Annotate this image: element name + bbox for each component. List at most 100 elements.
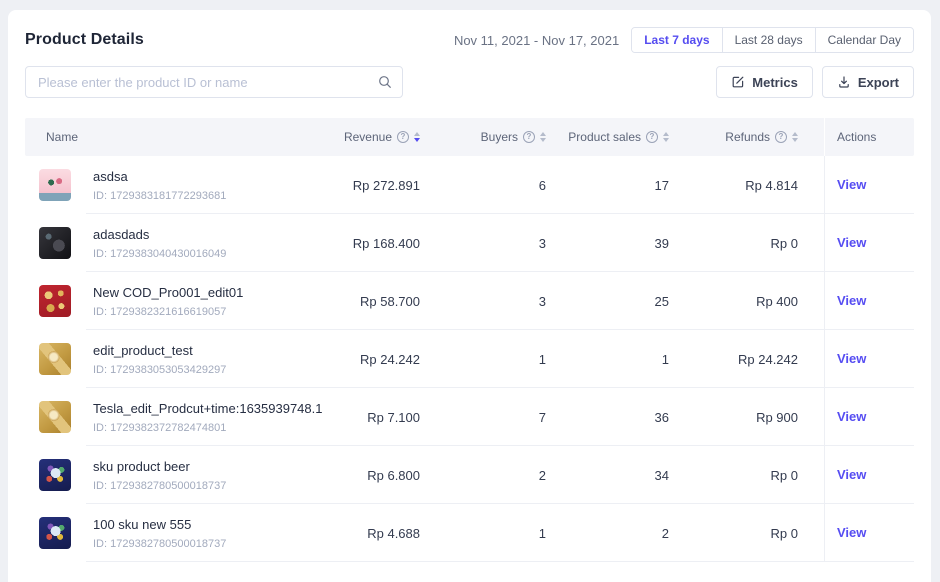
toolbar-actions: Metrics Export (716, 66, 914, 98)
product-name-block: New COD_Pro001_edit01 ID: 172938232161661… (93, 273, 325, 330)
range-option-last-7-days[interactable]: Last 7 days (632, 28, 721, 52)
buyers-value: 1 (420, 352, 546, 367)
product-thumbnail (39, 459, 71, 491)
product_sales-value: 25 (546, 294, 669, 309)
product-name: Tesla_edit_Prodcut+time:1635939748.1 (93, 400, 325, 418)
question-circle-icon[interactable]: ? (523, 131, 535, 143)
revenue-value: Rp 7.100 (325, 410, 420, 425)
actions-cell: View (824, 214, 914, 272)
product_sales-value: 17 (546, 178, 669, 193)
sort-carets-icon[interactable] (792, 132, 798, 142)
refunds-value: Rp 0 (669, 236, 824, 251)
product-name-block: asdsaID: 1729383181772293681 (93, 157, 325, 214)
product-thumbnail (39, 285, 71, 317)
buyers-value: 7 (420, 410, 546, 425)
product-name: sku product beer (93, 458, 325, 476)
buyers-value: 3 (420, 294, 546, 309)
product-name: New COD_Pro001_edit01 (93, 284, 325, 302)
product-name-cell: New COD_Pro001_edit01 ID: 172938232161661… (25, 272, 325, 330)
range-option-calendar-day[interactable]: Calendar Day (815, 28, 913, 52)
table-header-row: NameRevenue?Buyers?Product sales?Refunds… (25, 118, 914, 156)
toolbar: Metrics Export (25, 66, 914, 98)
product_sales-value: 36 (546, 410, 669, 425)
table-row: adasdadsID: 1729383040430016049Rp 168.40… (25, 214, 914, 272)
metrics-button[interactable]: Metrics (716, 66, 813, 98)
page-title: Product Details (25, 31, 144, 49)
view-link[interactable]: View (837, 351, 866, 366)
date-range-area: Nov 11, 2021 - Nov 17, 2021 Last 7 daysL… (454, 27, 914, 53)
product-name-block: edit_product_test ID: 1729383053053429297 (93, 331, 325, 388)
table-row: sku product beerID: 1729382780500018737R… (25, 446, 914, 504)
question-circle-icon[interactable]: ? (646, 131, 658, 143)
product-name-cell: asdsaID: 1729383181772293681 (25, 156, 325, 214)
product-name-block: sku product beer ID: 1729382780500018737 (93, 447, 325, 504)
product-id: ID: 1729382780500018737 (93, 537, 325, 551)
revenue-value: Rp 168.400 (325, 236, 420, 251)
product-name: asdsa (93, 168, 325, 186)
range-option-last-28-days[interactable]: Last 28 days (722, 28, 815, 52)
question-circle-icon[interactable]: ? (775, 131, 787, 143)
product-thumbnail (39, 343, 71, 375)
export-button[interactable]: Export (822, 66, 914, 98)
product_sales-value: 2 (546, 526, 669, 541)
view-link[interactable]: View (837, 177, 866, 192)
refunds-value: Rp 24.242 (669, 352, 824, 367)
product-id: ID: 1729382321616619057 (93, 305, 325, 319)
table-row: Tesla_edit_Prodcut+time:1635939748.1 ID: … (25, 388, 914, 446)
product-id: ID: 1729383053053429297 (93, 363, 325, 377)
search-icon[interactable] (378, 75, 392, 89)
column-label: Name (46, 130, 78, 144)
revenue-value: Rp 24.242 (325, 352, 420, 367)
buyers-value: 2 (420, 468, 546, 483)
date-range-switcher: Last 7 daysLast 28 daysCalendar Day (631, 27, 914, 53)
product-name-block: 100 sku new 555 ID: 1729382780500018737 (93, 505, 325, 562)
column-header-revenue[interactable]: Revenue? (325, 118, 420, 156)
table-row: 100 sku new 555ID: 1729382780500018737Rp… (25, 504, 914, 562)
actions-cell: View (824, 272, 914, 330)
product-name: edit_product_test (93, 342, 325, 360)
buyers-value: 1 (420, 526, 546, 541)
revenue-value: Rp 6.800 (325, 468, 420, 483)
product-id: ID: 1729382372782474801 (93, 421, 325, 435)
product-thumbnail (39, 401, 71, 433)
product-id: ID: 1729383040430016049 (93, 247, 325, 261)
product-name: 100 sku new 555 (93, 516, 325, 534)
view-link[interactable]: View (837, 409, 866, 424)
table-body: asdsaID: 1729383181772293681Rp 272.89161… (25, 156, 914, 562)
column-label: Revenue (344, 130, 392, 144)
product-name-cell: sku product beer ID: 1729382780500018737 (25, 446, 325, 504)
product_sales-value: 1 (546, 352, 669, 367)
download-icon (837, 75, 851, 89)
search-input[interactable] (25, 66, 403, 98)
refunds-value: Rp 4.814 (669, 178, 824, 193)
view-link[interactable]: View (837, 525, 866, 540)
page-header: Product Details Nov 11, 2021 - Nov 17, 2… (25, 28, 914, 52)
view-link[interactable]: View (837, 235, 866, 250)
column-label: Buyers (481, 130, 518, 144)
column-label: Actions (837, 130, 876, 144)
view-link[interactable]: View (837, 293, 866, 308)
product-thumbnail (39, 169, 71, 201)
buyers-value: 3 (420, 236, 546, 251)
column-header-buyers[interactable]: Buyers? (420, 118, 546, 156)
revenue-value: Rp 4.688 (325, 526, 420, 541)
metrics-button-label: Metrics (752, 75, 798, 90)
refunds-value: Rp 0 (669, 468, 824, 483)
product-id: ID: 1729382780500018737 (93, 479, 325, 493)
revenue-value: Rp 272.891 (325, 178, 420, 193)
refunds-value: Rp 0 (669, 526, 824, 541)
column-header-product_sales[interactable]: Product sales? (546, 118, 669, 156)
product-thumbnail (39, 517, 71, 549)
column-header-actions: Actions (824, 118, 914, 156)
date-range-text: Nov 11, 2021 - Nov 17, 2021 (454, 33, 619, 48)
question-circle-icon[interactable]: ? (397, 131, 409, 143)
column-header-refunds[interactable]: Refunds? (669, 118, 824, 156)
product-name-block: Tesla_edit_Prodcut+time:1635939748.1 ID: … (93, 389, 325, 446)
product_sales-value: 34 (546, 468, 669, 483)
product-name-cell: adasdadsID: 1729383040430016049 (25, 214, 325, 272)
view-link[interactable]: View (837, 467, 866, 482)
export-button-label: Export (858, 75, 899, 90)
buyers-value: 6 (420, 178, 546, 193)
product-search (25, 66, 403, 98)
actions-cell: View (824, 504, 914, 562)
